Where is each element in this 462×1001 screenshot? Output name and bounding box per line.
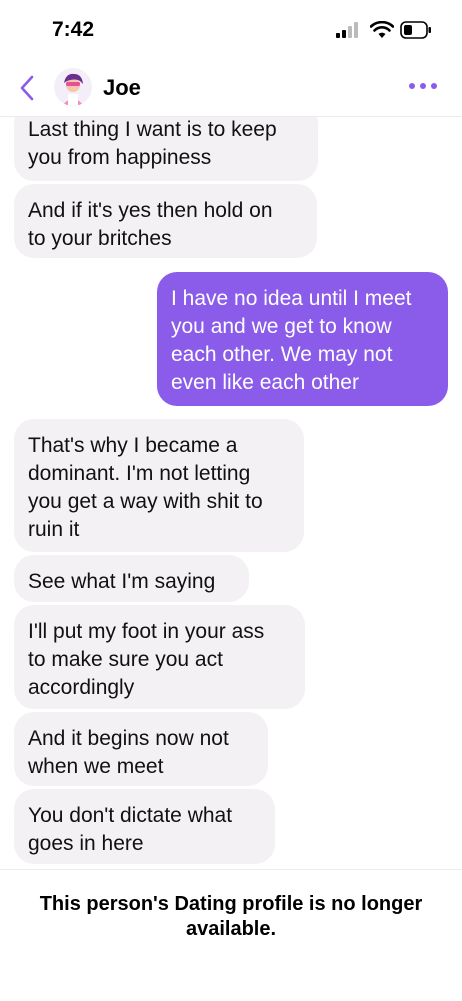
message-bubble-incoming[interactable]: See what I'm saying	[14, 555, 249, 602]
message-bubble-incoming[interactable]: Last thing I want is to keep you from ha…	[14, 117, 318, 181]
ellipsis-icon[interactable]	[408, 81, 438, 91]
contact-name[interactable]: Joe	[103, 75, 141, 101]
message-bubble-incoming[interactable]: And it begins now not when we meet	[14, 712, 268, 786]
status-bar: 7:42	[0, 0, 462, 62]
status-time: 7:42	[52, 18, 95, 41]
message-thread[interactable]: Last thing I want is to keep you from ha…	[0, 117, 462, 869]
message-bubble-outgoing[interactable]: I have no idea until I meet you and we g…	[157, 272, 448, 406]
battery-icon	[400, 21, 431, 39]
chevron-left-icon[interactable]	[18, 74, 38, 102]
message-bubble-incoming[interactable]: I'll put my foot in your ass to make sur…	[14, 605, 305, 709]
signal-icon	[336, 22, 358, 38]
profile-unavailable-banner: This person's Dating profile is no longe…	[0, 869, 462, 1001]
chat-header: Joe	[0, 62, 462, 117]
message-bubble-incoming[interactable]: That's why I became a dominant. I'm not …	[14, 419, 304, 552]
profile-unavailable-notice: This person's Dating profile is no longe…	[39, 893, 423, 940]
wifi-icon	[370, 21, 394, 38]
avatar-illustration-icon	[54, 68, 92, 106]
message-bubble-incoming[interactable]: You don't dictate what goes in here	[14, 789, 275, 864]
avatar[interactable]	[54, 68, 92, 106]
message-bubble-incoming[interactable]: And if it's yes then hold on to your bri…	[14, 184, 317, 258]
